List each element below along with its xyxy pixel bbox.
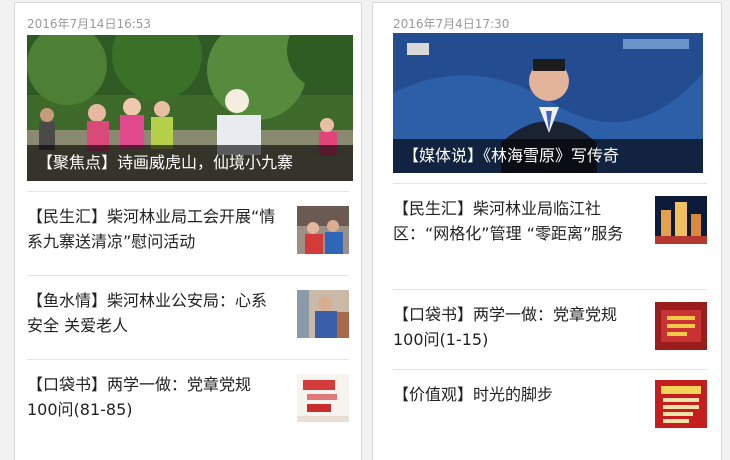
publish-date: 2016年7月4日17:30: [393, 17, 510, 31]
news-card-left: 2016年7月14日16:53 【聚焦点】诗画威虎山，仙境小九寨 【民生汇】柴河…: [14, 2, 362, 460]
list-item-thumbnail: [297, 206, 349, 254]
list-item-thumbnail: [655, 380, 707, 428]
list-item-thumbnail: [655, 196, 707, 244]
list-item-thumbnail: [297, 290, 349, 338]
news-card-right: 2016年7月4日17:30 【媒体说】《林海雪原》写传奇 【民生汇】柴河林业局…: [372, 2, 722, 460]
list-item[interactable]: 【民生汇】柴河林业局工会开展“情系九寨送清凉”慰问活动: [27, 191, 349, 275]
list-item-title: 【口袋书】两学一做：党章党规100问(81-85): [27, 375, 252, 419]
list-item-thumbnail: [655, 302, 707, 350]
hero-image-link[interactable]: 【媒体说】《林海雪原》写传奇: [393, 33, 703, 173]
list-item[interactable]: 【价值观】时光的脚步: [393, 369, 707, 459]
list-item[interactable]: 【口袋书】两学一做：党章党规100问(1-15): [393, 289, 707, 369]
hero-image-link[interactable]: 【聚焦点】诗画威虎山，仙境小九寨: [27, 35, 353, 181]
list-item-thumbnail: [297, 374, 349, 422]
hero-caption: 【聚焦点】诗画威虎山，仙境小九寨: [27, 145, 353, 181]
list-item-title: 【民生汇】柴河林业局临江社区：“网格化”管理 “零距离”服务: [393, 199, 624, 243]
hero-caption: 【媒体说】《林海雪原》写传奇: [393, 139, 703, 173]
publish-date: 2016年7月14日16:53: [27, 17, 152, 31]
list-item-title: 【鱼水情】柴河林业公安局：心系安全 关爱老人: [27, 291, 268, 335]
list-item-title: 【口袋书】两学一做：党章党规100问(1-15): [393, 305, 618, 349]
list-item[interactable]: 【口袋书】两学一做：党章党规100问(81-85): [27, 359, 349, 449]
list-item[interactable]: 【鱼水情】柴河林业公安局：心系安全 关爱老人: [27, 275, 349, 359]
list-item-title: 【价值观】时光的脚步: [393, 385, 554, 404]
list-item[interactable]: 【民生汇】柴河林业局临江社区：“网格化”管理 “零距离”服务: [393, 183, 707, 289]
list-item-title: 【民生汇】柴河林业局工会开展“情系九寨送清凉”慰问活动: [27, 207, 276, 251]
